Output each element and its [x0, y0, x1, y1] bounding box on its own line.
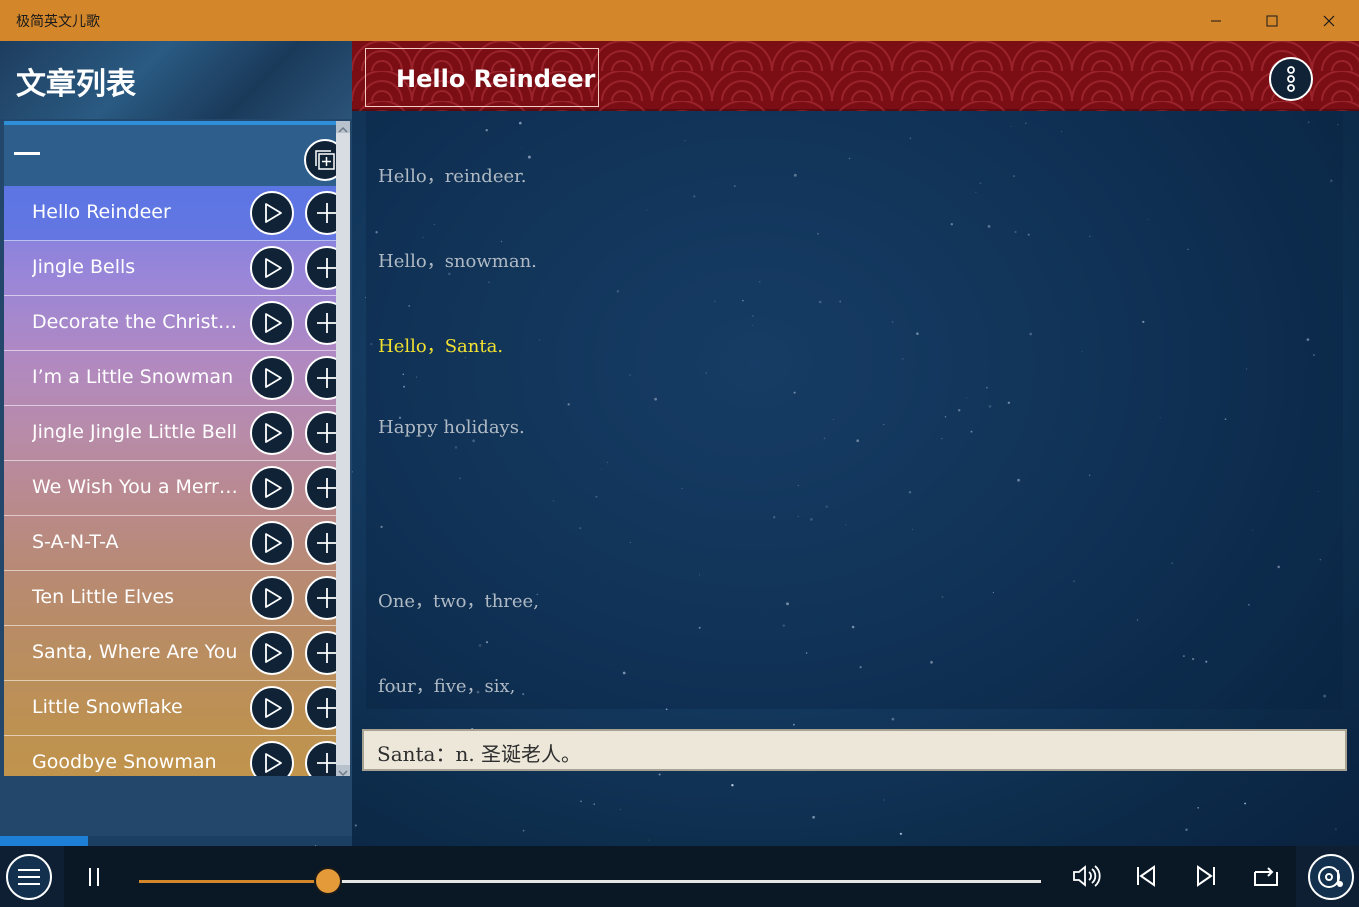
progress-fill	[139, 880, 329, 883]
play-button[interactable]	[250, 741, 294, 776]
play-button[interactable]	[250, 301, 294, 345]
skip-next-icon	[1197, 865, 1215, 887]
lyric-line[interactable]: One，two，three,	[378, 587, 539, 613]
hamburger-menu-icon	[18, 869, 40, 885]
list-item-title: I’m a Little Snowman	[32, 366, 234, 388]
lyric-line[interactable]: four，five，six,	[378, 672, 515, 698]
play-button[interactable]	[250, 631, 294, 675]
play-icon	[265, 368, 282, 388]
song-banner: Hello Reindeer	[352, 41, 1359, 111]
lyric-line[interactable]: Happy holidays.	[378, 417, 525, 438]
close-icon	[1323, 15, 1335, 26]
play-button[interactable]	[250, 576, 294, 620]
play-icon	[265, 753, 282, 773]
list-toolbar	[4, 121, 350, 186]
list-item[interactable]: S-A-N-T-A	[4, 516, 350, 571]
minimize-button[interactable]	[1188, 0, 1244, 41]
list-item[interactable]: Jingle Bells	[4, 241, 350, 296]
window-titlebar: 极简英文儿歌	[0, 0, 1359, 41]
music-disc-icon	[1318, 866, 1343, 888]
play-button[interactable]	[250, 191, 294, 235]
play-button[interactable]	[250, 466, 294, 510]
article-list[interactable]: Hello Reindeer Jingle Bells Decorate the C…	[4, 121, 350, 776]
pause-icon	[89, 868, 99, 886]
play-button[interactable]	[250, 686, 294, 730]
list-item[interactable]: I’m a Little Snowman	[4, 351, 350, 406]
play-icon	[265, 533, 282, 553]
list-item-title: Goodbye Snowman	[32, 751, 217, 773]
minimize-icon	[1211, 20, 1221, 21]
lyric-line[interactable]: Hello，reindeer.	[378, 162, 526, 188]
list-item-title: Little Snowflake	[32, 696, 183, 718]
list-item[interactable]: We Wish You a Merry Christmas	[4, 461, 350, 516]
scroll-up-arrow[interactable]	[336, 121, 350, 133]
skip-previous-icon	[1137, 865, 1155, 887]
player-bar	[0, 846, 1359, 907]
close-button[interactable]	[1301, 0, 1357, 41]
list-item-title: Hello Reindeer	[32, 201, 171, 223]
play-button[interactable]	[250, 356, 294, 400]
maximize-icon	[1266, 15, 1278, 26]
app-title: 极简英文儿歌	[16, 14, 100, 30]
list-item-title: Santa, Where Are You	[32, 641, 238, 663]
add-to-collection-icon	[315, 150, 335, 170]
lyrics-area: Hello Reindeer Hello，reindeer. Hello，sno…	[352, 41, 1359, 846]
menu-button[interactable]	[6, 854, 52, 900]
play-icon	[265, 588, 282, 608]
lyrics-pane[interactable]: Hello，reindeer. Hello，snowman. Hello，San…	[366, 111, 1343, 709]
play-button[interactable]	[250, 521, 294, 565]
pause-button[interactable]	[76, 860, 112, 894]
word-gloss-box: Santa：n. 圣诞老人。	[362, 729, 1347, 771]
list-item-title: Ten Little Elves	[32, 586, 175, 608]
list-item[interactable]: Hello Reindeer	[4, 186, 350, 241]
list-item[interactable]: Jingle Jingle Little Bell	[4, 406, 350, 461]
list-item[interactable]: Decorate the Christmas Tree	[4, 296, 350, 351]
play-icon	[265, 478, 282, 498]
previous-button[interactable]	[1128, 858, 1164, 894]
next-button[interactable]	[1188, 858, 1224, 894]
play-icon	[265, 423, 282, 443]
play-button[interactable]	[250, 246, 294, 290]
chevron-down-icon	[338, 770, 348, 777]
play-icon	[265, 698, 282, 718]
play-icon	[265, 313, 282, 333]
list-item[interactable]: Ten Little Elves	[4, 571, 350, 626]
list-item-title: We Wish You a Merry Christmas	[32, 476, 244, 498]
song-title: Hello Reindeer	[396, 65, 596, 93]
list-item-title: Jingle Bells	[32, 256, 136, 278]
list-item[interactable]: Santa, Where Are You	[4, 626, 350, 681]
list-item[interactable]: Little Snowflake	[4, 681, 350, 736]
play-icon	[265, 258, 282, 278]
repeat-icon	[1254, 867, 1278, 886]
more-vertical-icon	[1287, 66, 1295, 92]
minus-icon[interactable]	[14, 152, 40, 155]
play-icon	[265, 203, 282, 223]
volume-button[interactable]	[1068, 858, 1104, 894]
maximize-button[interactable]	[1244, 0, 1300, 41]
list-scrollbar-thumb[interactable]	[336, 133, 350, 765]
repeat-button[interactable]	[1248, 858, 1284, 894]
list-item-title: Jingle Jingle Little Bell	[32, 421, 238, 443]
article-list-panel: 文章列表 Hello Reindeer Jingle Bells Decorate …	[0, 41, 352, 887]
list-item-title: Decorate the Christmas Tree	[32, 311, 244, 333]
more-options-button[interactable]	[1269, 57, 1313, 101]
play-button[interactable]	[250, 411, 294, 455]
scroll-down-arrow[interactable]	[336, 764, 350, 777]
volume-icon	[1073, 865, 1101, 887]
play-icon	[265, 643, 282, 663]
article-list-header: 文章列表	[0, 41, 352, 119]
list-item-title: S-A-N-T-A	[32, 531, 119, 553]
player-controls	[64, 846, 1296, 907]
word-gloss-text: Santa：n. 圣诞老人。	[377, 742, 582, 766]
lyric-line-current[interactable]: Hello，Santa.	[378, 332, 503, 358]
list-item[interactable]: Goodbye Snowman	[4, 736, 350, 776]
playlist-mode-button[interactable]	[1308, 854, 1354, 900]
chevron-up-icon	[338, 126, 348, 133]
lyric-line[interactable]: Hello，snowman.	[378, 247, 537, 273]
article-list-title: 文章列表	[16, 67, 136, 102]
